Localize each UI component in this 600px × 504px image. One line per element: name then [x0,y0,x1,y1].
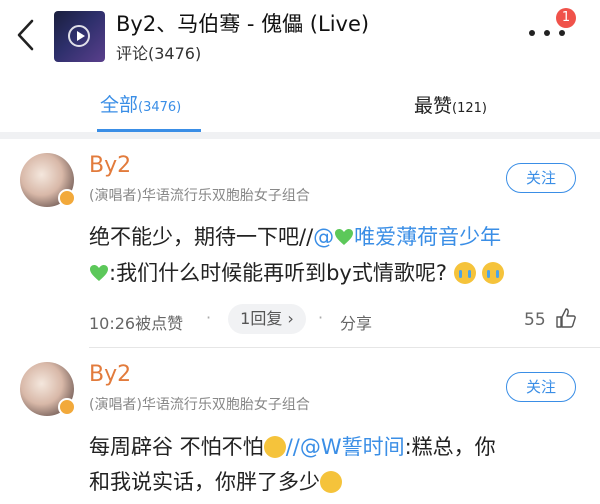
notification-badge: 1 [556,8,576,28]
crying-emoji-icon [453,262,476,284]
mention-username[interactable]: //@W誓时间 [286,435,405,459]
comment-text: 绝不能少，期待一下吧// [89,225,314,249]
song-cover-image[interactable] [54,11,105,62]
user-role: (演唱者)华语流行乐双胞胎女子组合 [89,188,310,204]
back-arrow-icon[interactable] [14,18,38,52]
follow-button[interactable]: 关注 [506,163,576,193]
section-divider [0,132,600,139]
tab-likes-count: (121) [452,101,487,116]
comment-text-line-2: :我们什么时候能再听到by式情歌呢? [89,257,505,287]
separator-dot: · [318,308,324,327]
smirk-emoji-icon [263,436,286,458]
verified-badge-icon [58,398,76,416]
comment-tabs: 全部(3476) 最赞(121) [0,70,600,134]
separator-dot: · [206,308,212,327]
share-button[interactable]: 分享 [340,310,372,334]
user-role: (演唱者)华语流行乐双胞胎女子组合 [89,397,310,413]
follow-button[interactable]: 关注 [506,372,576,402]
song-title: By2、马伯骞 - 傀儡 (Live) [116,12,370,36]
tab-most-liked[interactable]: 最赞(121) [414,91,487,118]
replies-button[interactable]: 1回复 › [228,304,306,334]
comment-text: :我们什么时候能再听到by式情歌呢? [109,261,447,285]
comment-item: By2 (演唱者)华语流行乐双胞胎女子组合 关注 每周辟谷 不怕不怕 //@W誓时… [0,349,600,504]
green-heart-icon [335,229,354,245]
like-count: 55 [524,310,546,330]
tab-all[interactable]: 全部(3476) [100,90,181,117]
comment-item: By2 (演唱者)华语流行乐双胞胎女子组合 关注 绝不能少，期待一下吧//@ 唯爱… [0,139,600,349]
comment-username[interactable]: By2 [89,153,131,178]
replies-label: 1回复 [240,309,283,328]
verified-badge-icon [58,189,76,207]
thinking-emoji-icon [320,471,342,493]
comment-text: :糕总，你 [404,435,496,459]
green-heart-icon [90,265,108,281]
comment-divider [89,347,600,348]
comment-text-line-1: 每周辟谷 不怕不怕 //@W誓时间:糕总，你 [89,431,496,461]
tab-all-count: (3476) [138,100,182,115]
comment-username[interactable]: By2 [89,362,131,387]
avatar[interactable] [20,362,76,416]
comment-timestamp: 10:26被点赞 [89,314,184,333]
comment-count-subtitle: 评论(3476) [116,44,202,63]
tab-all-label: 全部 [100,94,139,116]
thumbs-up-icon[interactable] [556,308,576,328]
mention-username[interactable]: 唯爱薄荷音少年 [354,225,501,249]
crying-emoji-icon [482,262,505,284]
comment-text: 每周辟谷 不怕不怕 [89,435,264,459]
comment-text: 和我说实话，你胖了多少 [89,470,320,494]
comment-text-line-1: 绝不能少，期待一下吧//@ 唯爱薄荷音少年 [89,221,501,251]
header-bar: By2、马伯骞 - 傀儡 (Live) 评论(3476) 1 [0,0,600,70]
play-icon [68,25,90,47]
comment-text-line-2: 和我说实话，你胖了多少 [89,466,342,496]
tab-likes-label: 最赞 [414,95,453,117]
avatar[interactable] [20,153,76,207]
mention-at[interactable]: @ [313,225,334,249]
